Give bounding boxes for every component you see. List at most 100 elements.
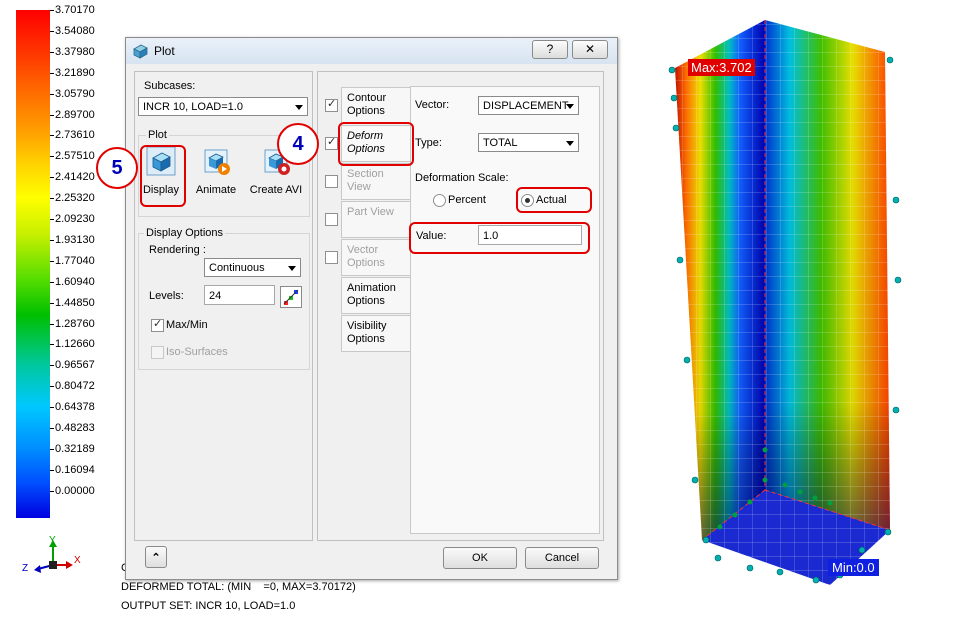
display-options-title: Display Options — [144, 227, 226, 239]
legend-tick — [50, 51, 54, 53]
percent-radio[interactable] — [433, 194, 446, 207]
vector-options-checkbox[interactable] — [325, 251, 338, 264]
vector-label: Vector: — [415, 99, 450, 111]
percent-label: Percent — [448, 194, 486, 206]
deform-options-page — [410, 86, 600, 534]
legend-tick — [50, 428, 54, 429]
legend-tick — [50, 10, 54, 11]
deformed-model-view[interactable] — [640, 10, 960, 610]
legend-value: 0.16094 — [55, 463, 95, 476]
legend-value: 1.44850 — [55, 296, 95, 309]
part-view-checkbox[interactable] — [325, 213, 338, 226]
help-button[interactable]: ? — [532, 40, 568, 59]
legend-tick — [50, 72, 54, 74]
tab-section-view[interactable]: Section View — [341, 163, 410, 200]
step-badge-5: 5 — [96, 147, 138, 189]
status-deformed-total: DEFORMED TOTAL: (MIN =0, MAX=3.70172) — [121, 581, 356, 593]
min-marker-label: Min:0.0 — [828, 559, 879, 576]
isosurfaces-label: Iso-Surfaces — [166, 346, 228, 358]
deform-options-checkbox[interactable] — [325, 135, 338, 150]
subcases-select[interactable]: INCR 10, LOAD=1.0 — [138, 97, 308, 116]
collapse-button[interactable]: ⌃ — [145, 546, 167, 568]
chevron-down-icon — [288, 266, 296, 271]
legend-tick — [50, 469, 54, 471]
chevron-down-icon — [566, 104, 574, 109]
rendering-select-value: Continuous — [209, 262, 265, 274]
rendering-label: Rendering : — [149, 244, 206, 256]
legend-value: 2.89700 — [55, 108, 95, 121]
animate-label: Animate — [195, 184, 237, 196]
axis-triad-icon: Y X Z — [22, 535, 81, 574]
legend-tick — [50, 198, 54, 200]
legend-tick — [50, 323, 54, 325]
legend-tick — [50, 260, 54, 262]
levels-input[interactable]: 24 — [204, 285, 275, 305]
vector-select-value: DISPLACEMENT — [483, 100, 569, 112]
legend-value: 2.41420 — [55, 171, 95, 184]
dialog-titlebar[interactable]: Plot ? ✕ — [126, 38, 617, 64]
legend-value: 1.28760 — [55, 317, 95, 330]
contour-options-checkbox[interactable] — [325, 97, 338, 112]
plot-app-icon — [133, 44, 148, 59]
tab-visibility-options[interactable]: Visibility Options — [341, 315, 410, 352]
legend-value: 3.70170 — [55, 4, 95, 16]
step-badge-4: 4 — [277, 123, 319, 165]
vector-select[interactable]: DISPLACEMENT — [478, 96, 579, 115]
value-highlight — [409, 222, 590, 254]
dialog-title: Plot — [154, 44, 175, 58]
create-avi-label: Create AVI — [249, 184, 303, 196]
legend-value: 3.05790 — [55, 87, 95, 100]
legend-value: 3.37980 — [55, 45, 95, 58]
contour-legend-bar — [16, 10, 50, 518]
legend-tick — [50, 219, 54, 220]
legend-tick — [50, 177, 54, 179]
legend-tick — [50, 93, 54, 95]
legend-tick — [50, 156, 54, 158]
isosurfaces-checkbox[interactable] — [151, 346, 164, 359]
legend-tick — [50, 344, 54, 346]
legend-value: 0.80472 — [55, 380, 95, 393]
legend-value: 0.00000 — [55, 484, 95, 497]
max-marker-label: Max:3.702 — [688, 59, 755, 76]
legend-value: 2.09230 — [55, 213, 95, 225]
tab-part-view[interactable]: Part View — [341, 201, 410, 238]
rendering-select[interactable]: Continuous — [204, 258, 301, 277]
legend-tick — [50, 302, 54, 304]
level-colors-button[interactable] — [280, 286, 302, 308]
legend-tick — [50, 281, 54, 283]
status-output-set: OUTPUT SET: INCR 10, LOAD=1.0 — [121, 600, 296, 612]
legend-value: 2.25320 — [55, 192, 95, 205]
levels-label: Levels: — [149, 290, 184, 302]
subcases-label: Subcases: — [144, 80, 196, 92]
legend-tick — [50, 30, 54, 32]
triad-x-label: X — [74, 555, 81, 566]
tab-vector-options[interactable]: Vector Options — [341, 239, 410, 276]
legend-tick — [50, 407, 54, 409]
plot-group-title: Plot — [146, 129, 169, 141]
tab-contour-options[interactable]: Contour Options — [341, 87, 410, 124]
maxmin-checkbox[interactable] — [151, 317, 164, 332]
legend-value: 3.21890 — [55, 66, 95, 79]
triad-z-label: Z — [22, 563, 28, 574]
tab-animation-options[interactable]: Animation Options — [341, 277, 410, 314]
legend-value: 0.96567 — [55, 359, 95, 372]
animate-icon — [204, 149, 230, 175]
display-highlight — [140, 145, 186, 207]
legend-tick — [50, 114, 54, 116]
legend-tick — [50, 448, 54, 450]
subcases-select-value: INCR 10, LOAD=1.0 — [143, 101, 243, 113]
legend-value: 2.73610 — [55, 129, 95, 142]
legend-value: 0.64378 — [55, 401, 95, 414]
ok-button[interactable]: OK — [443, 547, 517, 569]
legend-tick — [50, 239, 54, 241]
close-button[interactable]: ✕ — [572, 40, 608, 59]
deform-options-highlight — [338, 122, 414, 166]
plot-dialog: Plot ? ✕ Subcases: INCR 10, LOAD=1.0 Plo… — [125, 37, 618, 580]
section-view-checkbox[interactable] — [325, 175, 338, 188]
triad-y-label: Y — [49, 535, 56, 546]
type-select[interactable]: TOTAL — [478, 133, 579, 152]
legend-value: 1.77040 — [55, 254, 95, 267]
cancel-button[interactable]: Cancel — [525, 547, 599, 569]
animate-button[interactable]: Animate — [194, 144, 238, 204]
legend-value: 1.12660 — [55, 338, 95, 351]
